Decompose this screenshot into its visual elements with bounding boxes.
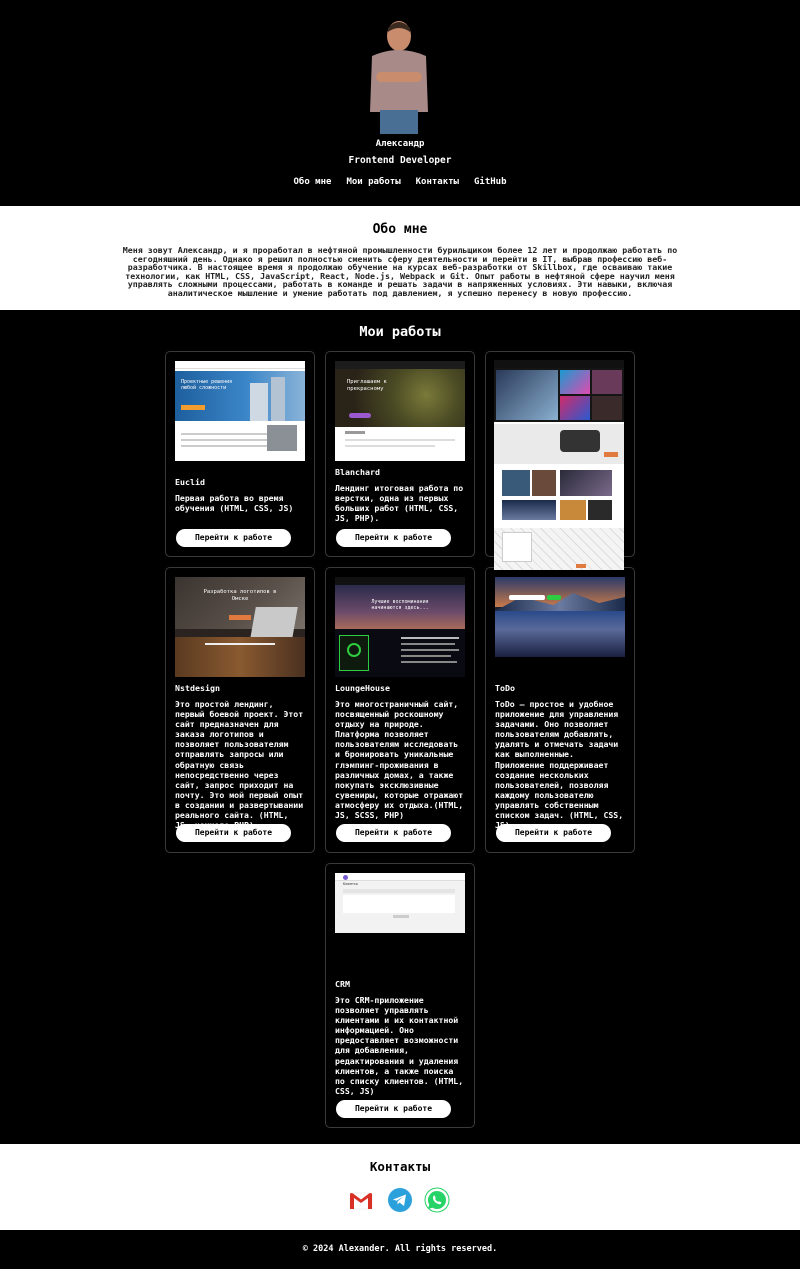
work-thumbnail[interactable]: Клиенты <box>335 873 465 933</box>
work-card-todo: ToDo ToDo — простое и удобное приложение… <box>485 567 635 853</box>
work-title: ToDo <box>495 683 515 693</box>
open-work-button[interactable]: Перейти к работе <box>176 529 291 547</box>
work-title: CRM <box>335 979 350 989</box>
work-description: Это CRM-приложение позволяет управлять к… <box>335 995 464 1096</box>
owner-name: Александр <box>375 139 425 149</box>
work-title: Blanchard <box>335 467 380 477</box>
work-title: LoungeHouse <box>335 683 390 693</box>
about-title: Обо мне <box>372 222 428 237</box>
contacts-title: Контакты <box>369 1159 431 1174</box>
open-work-button[interactable]: Перейти к работе <box>496 824 611 842</box>
nav-about[interactable]: Обо мне <box>294 177 332 187</box>
thumb-hero-text: Клиенты <box>343 882 358 886</box>
open-work-button[interactable]: Перейти к работе <box>336 1100 451 1118</box>
works-title: Мои работы <box>359 324 441 340</box>
telegram-icon[interactable] <box>387 1187 413 1213</box>
work-title: Nstdesign <box>175 683 220 693</box>
work-thumbnail[interactable] <box>495 577 625 657</box>
open-work-button[interactable]: Перейти к работе <box>336 529 451 547</box>
nav-works[interactable]: Мои работы <box>346 177 400 187</box>
footer-copyright: © 2024 Alexander. All rights reserved. <box>302 1244 498 1254</box>
work-card-nstdesign: Разработка логотипов в Омске Nstdesign Э… <box>165 567 315 853</box>
thumb-hero-text: Приглашаем к прекрасному <box>347 379 387 392</box>
work-description: Это простой лендинг, первый боевой проек… <box>175 699 304 830</box>
work-card-euclid: Проектные решения любой сложности Euclid… <box>165 351 315 557</box>
work-card-loungehouse: Лучшие воспоминания начинаются здесь... … <box>325 567 475 853</box>
work-card-crm: Клиенты CRM Это CRM-приложение позволяет… <box>325 863 475 1128</box>
work-title: Euclid <box>175 477 205 487</box>
open-work-button[interactable]: Перейти к работе <box>336 824 451 842</box>
work-thumbnail[interactable]: Разработка логотипов в Омске <box>175 577 305 677</box>
contacts-section: Контакты <box>0 1144 800 1230</box>
nav-github[interactable]: GitHub <box>474 177 507 187</box>
work-description: Это многостраничный сайт, посвященный ро… <box>335 699 464 821</box>
nav-contacts[interactable]: Контакты <box>416 177 459 187</box>
work-description: ToDo — простое и удобное приложение для … <box>495 699 624 830</box>
work-card-blanchard: Приглашаем к прекрасному Blanchard Ленди… <box>325 351 475 557</box>
thumb-hero-text: Проектные решения любой сложности <box>181 379 233 391</box>
gmail-icon[interactable] <box>348 1187 374 1213</box>
thumb-hero-text: Лучшие воспоминания начинаются здесь... <box>371 599 429 611</box>
work-thumbnail[interactable]: Приглашаем к прекрасному <box>335 361 465 461</box>
work-description: Первая работа во время обучения (HTML, C… <box>175 493 294 514</box>
work-thumbnail[interactable]: Лучшие воспоминания начинаются здесь... <box>335 577 465 677</box>
profile-photo <box>370 21 428 134</box>
about-text: Меня зовут Александр, и я проработал в н… <box>122 245 678 298</box>
about-section: Обо мне Меня зовут Александр, и я прораб… <box>0 206 800 310</box>
whatsapp-icon[interactable] <box>424 1187 450 1213</box>
site-header: Александр Frontend Developer Обо мне Мои… <box>0 0 800 205</box>
main-nav: Обо мне Мои работы Контакты GitHub <box>0 177 800 187</box>
work-thumbnail-photo-shop[interactable] <box>494 360 624 570</box>
open-work-button[interactable]: Перейти к работе <box>176 824 291 842</box>
work-description: Лендинг итоговая работа по верстки, одна… <box>335 483 464 524</box>
work-thumbnail[interactable]: Проектные решения любой сложности <box>175 361 305 461</box>
thumb-hero-text: Разработка логотипов в Омске <box>203 589 277 602</box>
owner-role: Frontend Developer <box>348 155 452 166</box>
